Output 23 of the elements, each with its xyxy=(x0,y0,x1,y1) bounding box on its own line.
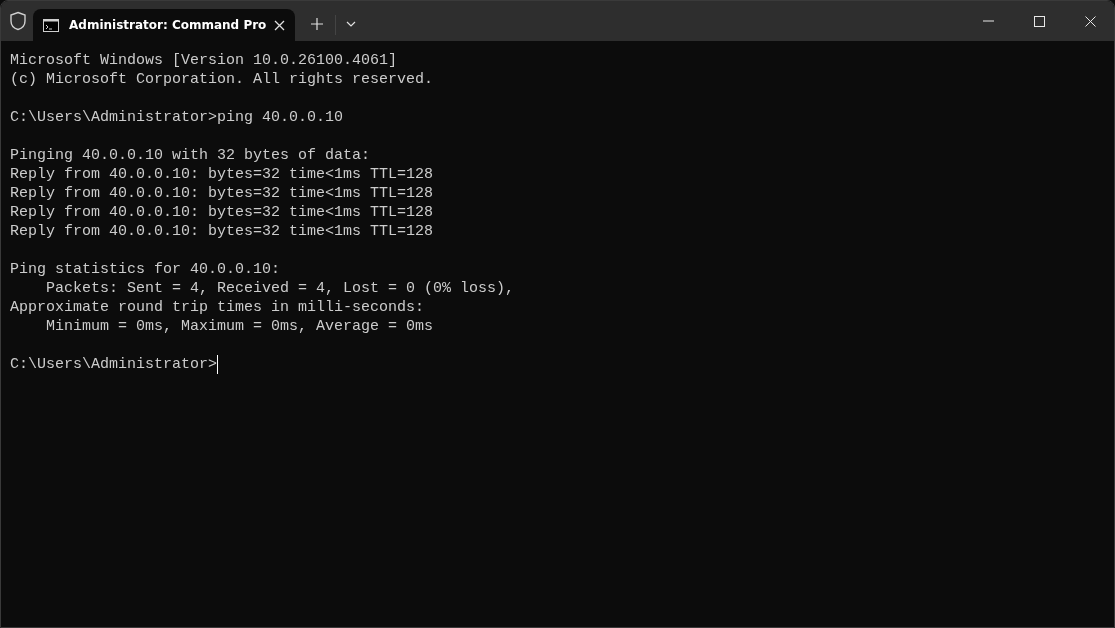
close-tab-icon[interactable] xyxy=(274,19,286,31)
tab-title: Administrator: Command Pro xyxy=(69,18,268,32)
console-line: Microsoft Windows [Version 10.0.26100.4061] xyxy=(10,51,398,70)
console-line: Packets: Sent = 4, Received = 4, Lost = 0 (0% loss), xyxy=(45,279,515,298)
console-line: Minimum = 0ms, Maximum = 0ms, Average = 0ms xyxy=(45,317,434,336)
console-line: Pinging 40.0.0.10 with 32 bytes of data: xyxy=(10,146,371,165)
console-line: Ping statistics for 40.0.0.10: xyxy=(10,260,281,279)
text-cursor xyxy=(217,355,219,374)
close-icon[interactable] xyxy=(1085,16,1096,27)
console-prompt: C:\Users\Administrator> xyxy=(10,355,218,374)
console-line: Reply from 40.0.0.10: bytes=32 time<1ms TTL=128 xyxy=(10,222,434,241)
console-line: C:\Users\Administrator>ping 40.0.0.10 xyxy=(10,108,344,127)
console-line: Approximate round trip times in milli-seconds: xyxy=(10,298,425,317)
shield-icon[interactable] xyxy=(9,11,27,31)
maximize-icon[interactable] xyxy=(1034,16,1045,27)
console-line: Reply from 40.0.0.10: bytes=32 time<1ms TTL=128 xyxy=(10,165,434,184)
tab[interactable]: Administrator: Command Pro xyxy=(33,9,296,41)
console-line: (c) Microsoft Corporation. All rights reserved. xyxy=(10,70,434,89)
dropdown-chevron-icon[interactable] xyxy=(346,21,357,27)
console-line: Reply from 40.0.0.10: bytes=32 time<1ms TTL=128 xyxy=(10,184,434,203)
console-line: Reply from 40.0.0.10: bytes=32 time<1ms TTL=128 xyxy=(10,203,434,222)
new-tab-icon[interactable] xyxy=(311,18,324,30)
terminal-icon xyxy=(43,18,59,32)
